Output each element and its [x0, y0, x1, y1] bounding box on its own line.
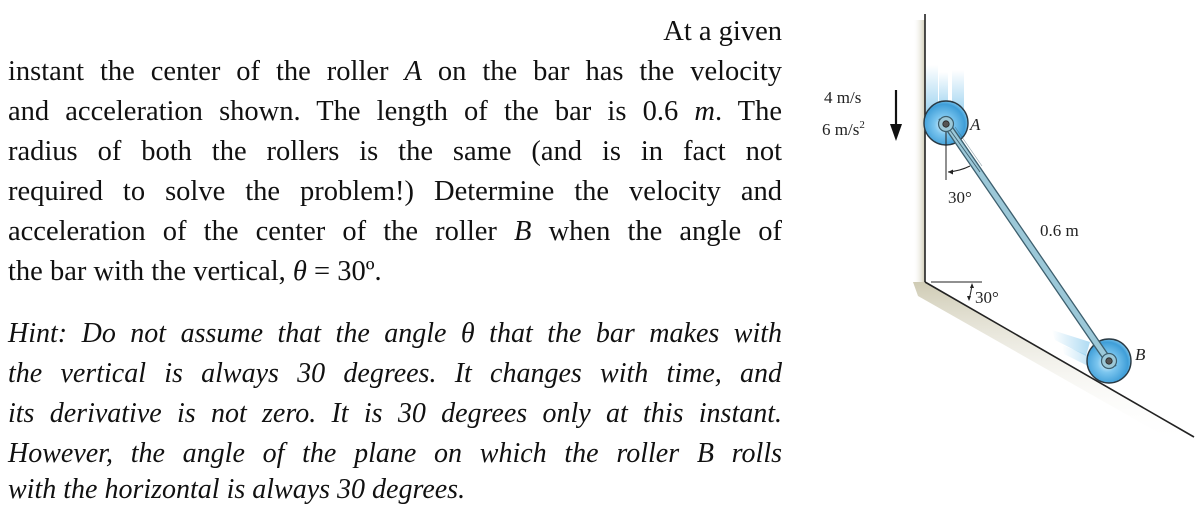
problem-line-2: instant the center of the roller A on th…	[8, 52, 782, 92]
hint-line-4: However, the angle of the plane on which…	[8, 438, 782, 469]
math-run: 0.6	[642, 96, 695, 127]
problem-line-1: At a given	[8, 12, 782, 52]
text-run: on the bar has the velocity	[421, 56, 783, 87]
problem-line-4: radius of both the rollers is the same (…	[8, 132, 782, 172]
roller-a-label: A	[969, 115, 981, 134]
inclined-plane	[924, 281, 1195, 438]
problem-line-3: and acceleration shown. The length of th…	[8, 92, 782, 132]
text-run: and acceleration shown. The length of th…	[8, 96, 643, 127]
plane-angle-arrow-bottom	[967, 296, 971, 301]
hint-line-3: its derivative is not zero. It is 30 deg…	[8, 398, 782, 429]
acceleration-label-exponent: 2	[859, 119, 865, 131]
text-run: . The	[714, 96, 782, 127]
plane-angle-label: 30°	[975, 288, 999, 307]
bar-angle-arrow	[948, 169, 953, 175]
text-run: instant the center of the roller	[8, 56, 405, 87]
bar-angle-label: 30°	[948, 188, 972, 207]
acceleration-label: 6 m/s2	[822, 119, 865, 139]
hint-line-2: the vertical is always 30 degrees. It ch…	[8, 358, 782, 389]
hint-line-5: with the horizontal is always 30 degrees…	[8, 474, 466, 505]
math-run: A	[404, 56, 422, 87]
problem-line-7: the bar with the vertical, θ = 30º.	[8, 252, 782, 292]
problem-line-5: required to solve the problem!) Determin…	[8, 172, 782, 212]
text-run: radius of both the rollers is the same (…	[8, 136, 782, 167]
bar-length-label: 0.6 m	[1040, 221, 1079, 240]
pin-a	[942, 120, 950, 128]
text-run: At a given	[663, 16, 782, 47]
text-run: acceleration of the center of the roller	[8, 216, 515, 247]
text-run: the bar with the vertical,	[8, 256, 293, 287]
acceleration-label-base: 6 m/s	[822, 120, 859, 139]
diagram-svg: 30° 30° A B 0.6 m 4 m/s 6 m/s2	[822, 14, 1195, 445]
plane-angle-arrow-top	[970, 283, 974, 288]
math-run: m	[694, 96, 715, 127]
problem-line-6: acceleration of the center of the roller…	[8, 212, 782, 252]
velocity-label: 4 m/s	[824, 88, 861, 107]
roller-b-label: B	[1135, 345, 1146, 364]
mechanism-diagram: 30° 30° A B 0.6 m 4 m/s 6 m/s2	[800, 0, 1200, 510]
pin-b	[1105, 357, 1113, 365]
math-run: = 30º.	[306, 256, 382, 287]
math-run: B	[514, 216, 532, 247]
down-arrow-icon	[890, 124, 902, 141]
hint-line-1: Hint: Do not assume that the angle θ tha…	[8, 318, 782, 349]
text-run: required to solve the problem!) Determin…	[8, 176, 782, 207]
math-run: θ	[292, 256, 307, 287]
bar	[937, 115, 1118, 370]
text-run: when the angle of	[531, 216, 782, 247]
